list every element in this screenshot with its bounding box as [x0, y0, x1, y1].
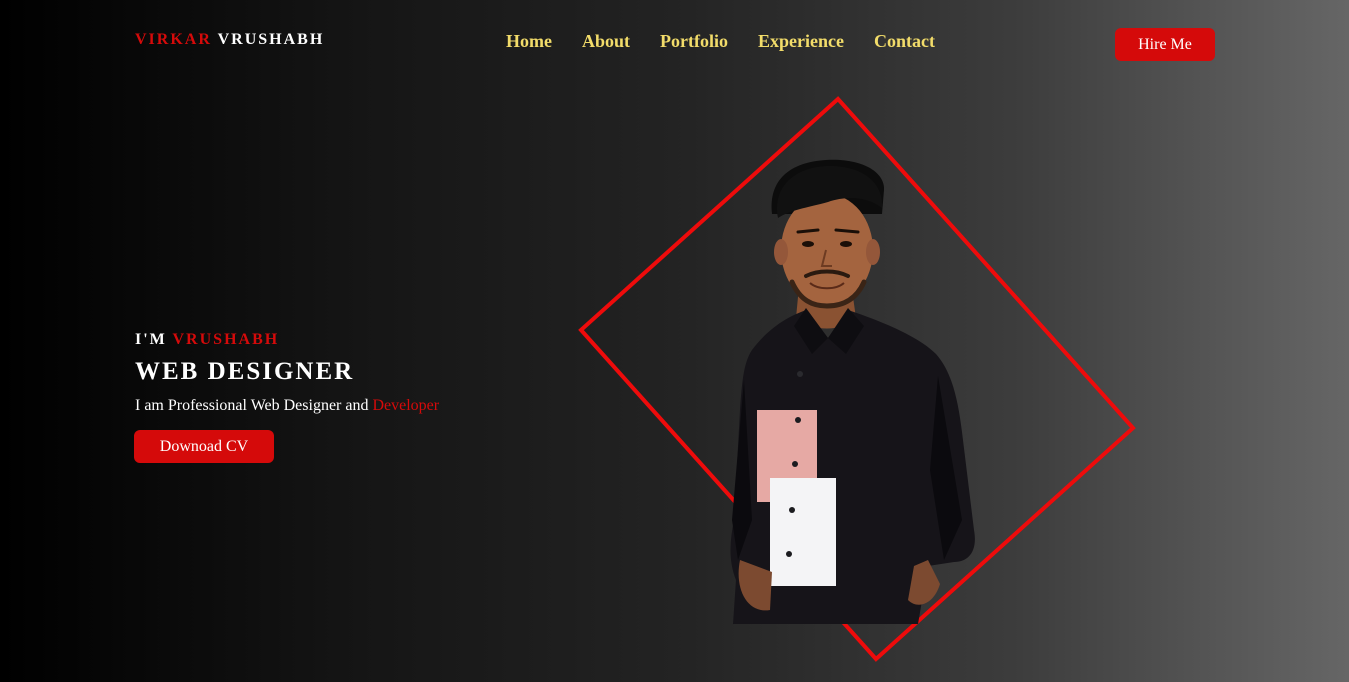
hero-art [578, 96, 1136, 662]
person-portrait-photo [730, 159, 975, 624]
